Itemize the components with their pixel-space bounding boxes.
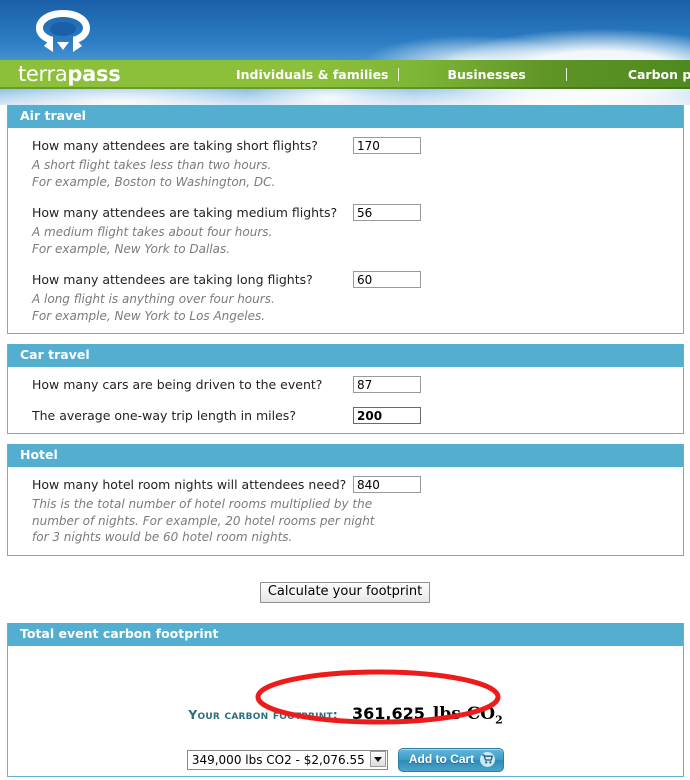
nav-link-businesses[interactable]: Businesses (448, 67, 526, 82)
help-medium-flights: A medium flight takes about four hours. … (8, 224, 683, 257)
section-title-car-travel: Car travel (8, 344, 683, 367)
calculator-content: Air travel How many attendees are taking… (0, 105, 690, 777)
question-medium-flights: How many attendees are taking medium fli… (8, 200, 683, 257)
section-body-hotel: How many hotel room nights will attendee… (8, 467, 683, 555)
nav-bottom-rule (0, 87, 690, 89)
question-trip-length: The average one-way trip length in miles… (8, 403, 683, 424)
help-hotel-room-nights: This is the total number of hotel rooms … (8, 496, 683, 546)
help-line: For example, New York to Dallas. (32, 241, 231, 256)
purchase-row: 349,000 lbs CO2 - $2,076.55 Add to Cart (8, 747, 683, 772)
help-line: This is the total number of hotel rooms … (32, 497, 373, 511)
offset-select-wrapper[interactable]: 349,000 lbs CO2 - $2,076.55 (186, 749, 388, 770)
input-cars-driven[interactable] (353, 376, 421, 393)
section-title-air-travel: Air travel (8, 105, 683, 128)
nav-separator-1 (397, 68, 399, 81)
input-short-flights[interactable] (353, 137, 421, 154)
input-trip-length[interactable] (353, 407, 421, 424)
section-body-air-travel: How many attendees are taking short flig… (8, 128, 683, 333)
help-line: A long flight is anything over four hour… (32, 292, 275, 306)
brand-wordmark[interactable]: terrapass (18, 62, 121, 87)
section-body-car-travel: How many cars are being driven to the ev… (8, 367, 683, 433)
site-header: terrapass Individuals & families Busines… (0, 0, 690, 105)
question-label-cars-driven: How many cars are being driven to the ev… (32, 377, 323, 392)
footprint-unit-subscript: 2 (495, 712, 503, 726)
nav-link-carbon-projects[interactable]: Carbon project (628, 67, 690, 82)
nav-separator-2 (565, 68, 567, 81)
nav-link-individuals-and-families[interactable]: Individuals & families (236, 67, 389, 82)
question-label-medium-flights: How many attendees are taking medium fli… (32, 205, 338, 220)
footprint-value: 361,625 (352, 703, 425, 723)
input-hotel-room-nights[interactable] (353, 476, 421, 493)
footprint-label: Your carbon footprint: (188, 706, 338, 722)
calculate-button-row: Calculate your footprint (0, 556, 690, 623)
brand-terra: terra (18, 62, 68, 86)
help-line: A short flight takes less than two hours… (32, 158, 272, 172)
question-label-hotel-room-nights: How many hotel room nights will attendee… (32, 477, 347, 492)
shopping-cart-icon (480, 751, 496, 767)
help-line: number of nights. For example, 20 hotel … (32, 513, 375, 528)
question-label-long-flights: How many attendees are taking long fligh… (32, 272, 313, 287)
help-line: For example, New York to Los Angeles. (32, 308, 266, 323)
footprint-unit: lbs CO2 (432, 703, 503, 726)
section-title-hotel: Hotel (8, 444, 683, 467)
question-cars-driven: How many cars are being driven to the ev… (8, 372, 683, 393)
sky-background-image (0, 0, 690, 105)
section-air-travel: Air travel How many attendees are taking… (7, 105, 684, 334)
input-long-flights[interactable] (353, 271, 421, 288)
add-to-cart-label: Add to Cart (408, 752, 475, 766)
calculate-footprint-button[interactable]: Calculate your footprint (259, 581, 431, 603)
section-hotel: Hotel How many hotel room nights will at… (7, 444, 684, 556)
question-short-flights: How many attendees are taking short flig… (8, 133, 683, 190)
section-body-total-footprint: Your carbon footprint: 361,625 lbs CO2 349… (8, 646, 683, 776)
help-long-flights: A long flight is anything over four hour… (8, 291, 683, 324)
panel-spacer (0, 434, 690, 444)
footprint-unit-text: lbs CO (432, 703, 496, 724)
offset-amount-select[interactable]: 349,000 lbs CO2 - $2,076.55 (186, 750, 388, 770)
section-total-footprint: Total event carbon footprint Your carbon… (7, 622, 684, 777)
help-line: for 3 nights would be 60 hotel room nigh… (32, 530, 293, 544)
question-label-short-flights: How many attendees are taking short flig… (32, 138, 318, 153)
help-line: A medium flight takes about four hours. (32, 225, 273, 239)
terrapass-swirl-logo-icon[interactable] (30, 6, 96, 62)
question-long-flights: How many attendees are taking long fligh… (8, 267, 683, 324)
panel-spacer (0, 334, 690, 344)
section-title-total-footprint: Total event carbon footprint (8, 622, 683, 646)
question-label-trip-length: The average one-way trip length in miles… (32, 408, 296, 423)
nav-links: Individuals & families Businesses Carbon… (236, 62, 690, 87)
brand-pass: pass (67, 62, 121, 86)
input-medium-flights[interactable] (353, 204, 421, 221)
add-to-cart-button[interactable]: Add to Cart (397, 747, 505, 772)
section-car-travel: Car travel How many cars are being drive… (7, 344, 684, 434)
footprint-result-line: Your carbon footprint: 361,625 lbs CO2 (8, 704, 683, 726)
help-short-flights: A short flight takes less than two hours… (8, 157, 683, 190)
question-hotel-room-nights: How many hotel room nights will attendee… (8, 472, 683, 546)
help-line: For example, Boston to Washington, DC. (32, 174, 276, 189)
